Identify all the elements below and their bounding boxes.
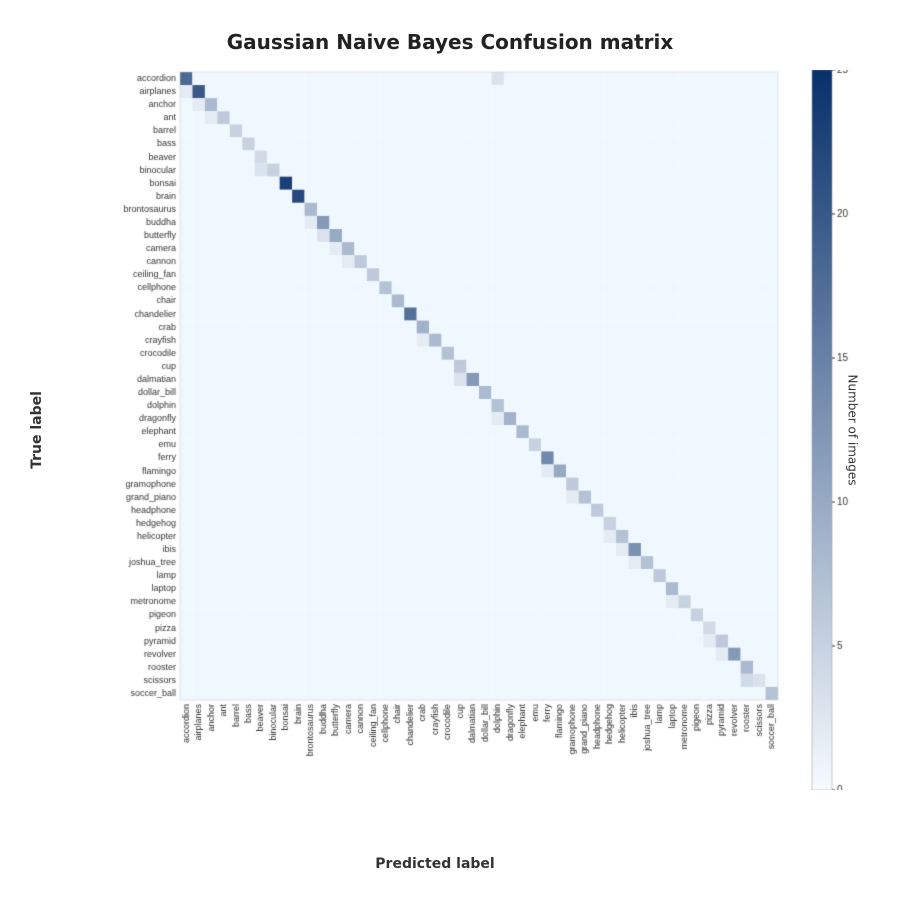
chart-container: Gaussian Naive Bayes Confusion matrix Tr… bbox=[20, 20, 880, 880]
colorbar-area: Number of images bbox=[807, 70, 862, 790]
colorbar-label: Number of images bbox=[842, 70, 864, 790]
x-axis-label: Predicted label bbox=[90, 856, 780, 872]
chart-title: Gaussian Naive Bayes Confusion matrix bbox=[20, 20, 880, 58]
chart-area bbox=[90, 70, 780, 790]
y-axis-label: True label bbox=[28, 70, 46, 790]
confusion-matrix-canvas bbox=[90, 70, 780, 790]
